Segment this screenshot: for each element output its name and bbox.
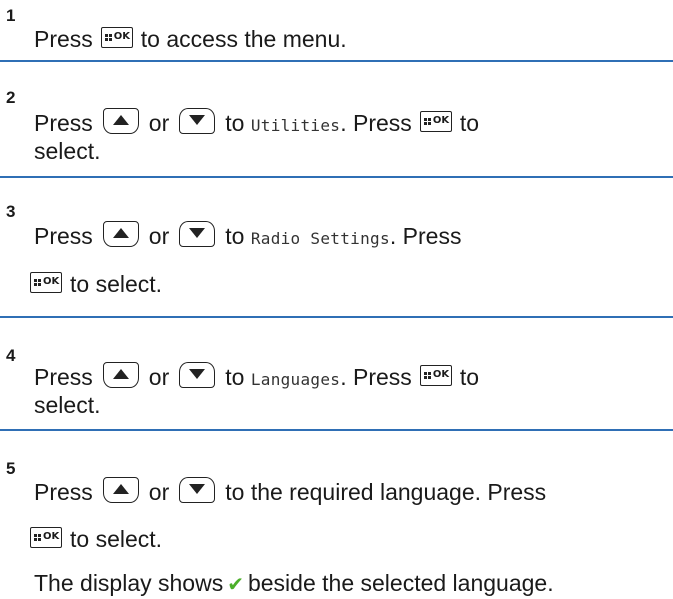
down-arrow-button-icon bbox=[179, 476, 216, 503]
step-instruction-continued: OK to select. bbox=[30, 270, 162, 298]
menu-item-utilities: Utilities bbox=[250, 116, 341, 135]
step-instruction: Press or to the required language. Press bbox=[34, 476, 546, 507]
up-arrow-button-icon bbox=[102, 476, 139, 503]
step-number: 2 bbox=[6, 88, 16, 107]
menu-ok-button-icon: OK bbox=[30, 272, 62, 294]
step-instruction-continued: OK to select. bbox=[30, 525, 162, 553]
menu-ok-button-icon: OK bbox=[30, 527, 62, 549]
step-number: 5 bbox=[6, 459, 16, 478]
up-arrow-button-icon bbox=[102, 107, 139, 134]
down-arrow-button-icon bbox=[179, 220, 216, 247]
checkmark-icon: ✔ bbox=[227, 574, 244, 596]
step-3: 3 Press or to Radio Settings. Press OK to s… bbox=[0, 176, 673, 318]
menu-ok-button-icon: OK bbox=[100, 27, 133, 49]
step-instruction-continued: select. bbox=[34, 138, 101, 164]
menu-item-languages: Languages bbox=[250, 370, 341, 389]
step-number: 4 bbox=[6, 346, 16, 365]
step-instruction-continued: select. bbox=[34, 392, 101, 418]
step-4: 4 Press or to Languages. Press OK to select. bbox=[0, 316, 673, 431]
up-arrow-button-icon bbox=[102, 361, 139, 388]
step-instruction: Press or to Utilities. Press OK to bbox=[34, 107, 479, 140]
step-result: The display shows ✔ beside the selected la… bbox=[34, 570, 554, 596]
step-5: 5 Press or to the required language. Press… bbox=[0, 429, 673, 596]
step-2: 2 Press or to Utilities. Press OK to select. bbox=[0, 60, 673, 178]
step-instruction: Press or to Languages. Press OK to bbox=[34, 361, 479, 394]
step-instruction: Press or to Radio Settings. Press bbox=[34, 220, 461, 253]
step-1: 1 Press OK to access the menu. bbox=[0, 0, 673, 62]
menu-item-radio-settings: Radio Settings bbox=[250, 229, 390, 248]
down-arrow-button-icon bbox=[179, 107, 216, 134]
menu-ok-button-icon: OK bbox=[419, 365, 452, 387]
step-number: 1 bbox=[6, 6, 16, 25]
step-number: 3 bbox=[6, 202, 16, 221]
step-instruction: Press OK to access the menu. bbox=[34, 26, 347, 52]
up-arrow-button-icon bbox=[102, 220, 139, 247]
down-arrow-button-icon bbox=[179, 361, 216, 388]
menu-ok-button-icon: OK bbox=[419, 111, 452, 133]
